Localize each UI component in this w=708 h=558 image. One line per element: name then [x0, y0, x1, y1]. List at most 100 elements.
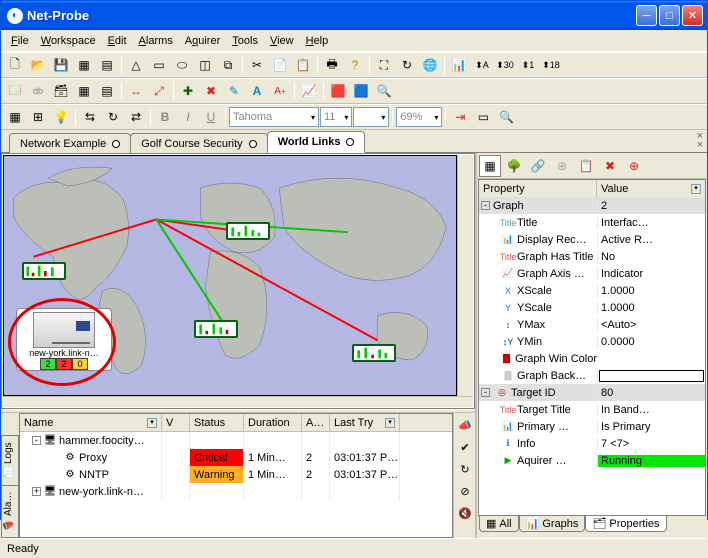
alarm-refresh-button[interactable]: ↻	[455, 459, 475, 479]
find-button[interactable]: 🔍	[495, 106, 517, 128]
connect2-button[interactable]: ⤢	[148, 80, 170, 102]
font-combo[interactable]: Tahoma	[229, 107, 319, 127]
fontsize-combo[interactable]: 11	[320, 107, 352, 127]
bulb-button[interactable]: 💡	[50, 106, 72, 128]
menu-workspace[interactable]: Workspace	[35, 33, 102, 49]
snap-button[interactable]: ⊞	[27, 106, 49, 128]
col-status[interactable]: Status	[190, 414, 244, 431]
prop-view-tree-button[interactable]: 🌳	[503, 155, 525, 177]
prop-col-value[interactable]: Value▾	[597, 180, 705, 197]
sidetab-logs[interactable]: 📄 Logs	[1, 435, 19, 486]
paste-button[interactable]: 📋	[292, 54, 314, 76]
property-row[interactable]: TitleTarget TitleIn Band…	[479, 401, 705, 418]
prop-paste-button[interactable]: 📋	[575, 155, 597, 177]
copy-button[interactable]: 📄	[269, 54, 291, 76]
list-button[interactable]: ▤	[96, 80, 118, 102]
shape-rounded-button[interactable]: ⬭	[171, 54, 193, 76]
property-row[interactable]: 📊Primary …Is Primary	[479, 418, 705, 435]
globe-button[interactable]: 🌐	[419, 54, 441, 76]
underline-button[interactable]: U	[200, 106, 222, 128]
property-row[interactable]: 📊Display Rec…Active R…	[479, 231, 705, 248]
map-canvas[interactable]: new-york.link-n… 2 2 0	[1, 153, 475, 409]
property-row[interactable]: ▇Graph Win Color	[479, 350, 705, 367]
menu-file[interactable]: File	[5, 33, 35, 49]
prop-col-property[interactable]: Property	[479, 180, 597, 197]
align-arrows-button[interactable]: ⇆	[79, 106, 101, 128]
property-row[interactable]: ▇Graph Back…	[479, 367, 705, 384]
col-name[interactable]: Name▾	[20, 414, 162, 431]
alarm-mute-button[interactable]: 🔇	[455, 503, 475, 523]
monitor-af[interactable]	[194, 320, 238, 338]
property-row[interactable]: -Graph2	[479, 197, 705, 214]
add-link-button[interactable]: ✖	[200, 80, 222, 102]
italic-button[interactable]: I	[177, 106, 199, 128]
menu-view[interactable]: View	[264, 33, 300, 49]
prop-view-grid-button[interactable]: ▦	[479, 155, 501, 177]
maximize-button[interactable]: □	[659, 5, 680, 26]
property-row[interactable]: -◎Target ID80	[479, 384, 705, 401]
bold-button[interactable]: B	[154, 106, 176, 128]
print-button[interactable]: 🖶	[321, 54, 343, 76]
connect-button[interactable]: ↔	[125, 80, 147, 102]
alarm-sound-button[interactable]: 📣	[455, 415, 475, 435]
add-node-button[interactable]: ✚	[177, 80, 199, 102]
zoom-combo[interactable]: 69%	[396, 107, 442, 127]
property-row[interactable]: XXScale1.0000	[479, 282, 705, 299]
copy-layout-button[interactable]: ▦	[73, 54, 95, 76]
monitor-au[interactable]	[352, 344, 396, 362]
zoom-tool-button[interactable]: 🔍	[373, 80, 395, 102]
col-last[interactable]: Last Try▾	[330, 414, 400, 431]
device-callout[interactable]: new-york.link-n… 2 2 0	[16, 308, 112, 371]
chart-30-button[interactable]: ⬍30	[494, 54, 516, 76]
minimize-button[interactable]: ─	[636, 5, 657, 26]
prop-add-button[interactable]: ⊕	[551, 155, 573, 177]
text-add-button[interactable]: A+	[269, 80, 291, 102]
map-scrollbar-h[interactable]	[3, 396, 473, 407]
shape-triangle-button[interactable]: △	[125, 54, 147, 76]
rtab-all[interactable]: ▦All	[479, 516, 519, 532]
align-grid-button[interactable]: ▦	[4, 106, 26, 128]
prop-target-button[interactable]: ⊕	[623, 155, 645, 177]
menu-help[interactable]: Help	[300, 33, 335, 49]
alarm-ack-button[interactable]: ✔	[455, 437, 475, 457]
distribute-button[interactable]: ⇄	[125, 106, 147, 128]
chart-bar-button[interactable]: 📊	[448, 54, 470, 76]
select-red-button[interactable]: 🟥	[327, 80, 349, 102]
col-a[interactable]: A…	[302, 414, 330, 431]
edit-node-button[interactable]: ✎	[223, 80, 245, 102]
tab-world-links[interactable]: World Links	[267, 131, 366, 153]
zoom-fit-button[interactable]: ⛶	[373, 54, 395, 76]
panel-close-button[interactable]: ×	[697, 139, 703, 151]
shape-overlap-button[interactable]: ⧉	[217, 54, 239, 76]
paste-layout-button[interactable]: ▤	[96, 54, 118, 76]
save-button[interactable]: 💾	[50, 54, 72, 76]
text-button[interactable]: A	[246, 80, 268, 102]
monitor-eu[interactable]	[226, 222, 270, 240]
chart-button[interactable]: 📈	[298, 80, 320, 102]
col-duration[interactable]: Duration	[244, 414, 302, 431]
cut-button[interactable]: ✂	[246, 54, 268, 76]
fit-page-button[interactable]: ▭	[472, 106, 494, 128]
menu-tools[interactable]: Tools	[226, 33, 264, 49]
rtab-properties[interactable]: 🗂Properties	[585, 516, 666, 532]
property-row[interactable]: TitleGraph Has TitleNo	[479, 248, 705, 265]
menu-edit[interactable]: Edit	[102, 33, 133, 49]
chart-a-button[interactable]: ⬍A	[471, 54, 493, 76]
menu-alarms[interactable]: Alarms	[133, 33, 179, 49]
menu-aquirer[interactable]: Aquirer	[179, 33, 226, 49]
db-button[interactable]: 🗔	[4, 80, 26, 102]
property-row[interactable]: YYScale1.0000	[479, 299, 705, 316]
shape-rect-button[interactable]: ▭	[148, 54, 170, 76]
alarm-row[interactable]: -🖥hammer.foocity…	[20, 432, 452, 449]
rtab-graphs[interactable]: 📊Graphs	[519, 516, 586, 532]
prop-link-button[interactable]: 🔗	[527, 155, 549, 177]
new-button[interactable]: 🗋	[4, 54, 26, 76]
new-obj-button[interactable]: 🗃	[50, 80, 72, 102]
db2-button[interactable]: db	[27, 80, 49, 102]
chart-18-button[interactable]: ⬍18	[540, 54, 562, 76]
property-row[interactable]: ℹInfo7 <7>	[479, 435, 705, 452]
prop-clear-button[interactable]: ✖	[599, 155, 621, 177]
alarm-row[interactable]: ⚙NNTPWarning1 Min…203:01:37 P…	[20, 466, 452, 483]
tab-network-example[interactable]: Network Example	[9, 133, 131, 153]
close-button[interactable]: ✕	[682, 5, 703, 26]
